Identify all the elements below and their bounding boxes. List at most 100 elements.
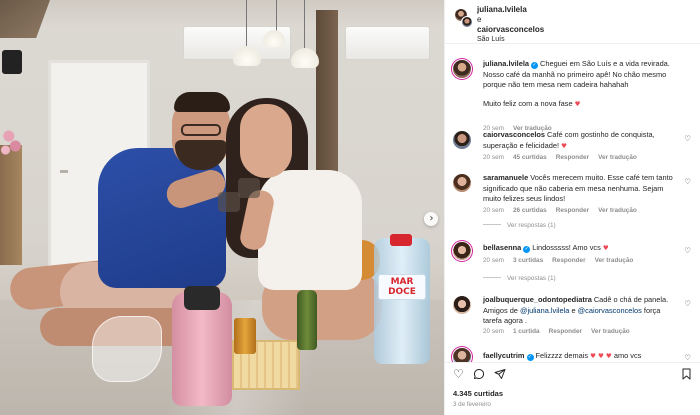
comment-meta: 20 sem 3 curtidas Responder Ver tradução <box>483 257 642 265</box>
photo-door-handle <box>60 170 68 173</box>
caption-avatar[interactable] <box>453 60 471 78</box>
post-date: 3 de fevereiro <box>453 401 491 408</box>
comment-text: faellycutrim ✓ Felizzzz demais ♥ ♥ ♥ amo v… <box>483 351 681 362</box>
paper-plane-icon <box>494 369 506 383</box>
lamp-wire <box>304 0 305 50</box>
lamp-wire <box>276 0 277 32</box>
lamp-wire <box>246 0 247 48</box>
photo-shelf <box>0 145 22 265</box>
heart-outline-icon: ♡ <box>684 134 691 143</box>
coauthor-avatar[interactable] <box>461 16 473 28</box>
translate-link[interactable]: Ver tradução <box>598 207 637 214</box>
reply-button[interactable]: Responder <box>552 257 585 264</box>
post-panel: juliana.lvilela e caiorvasconcelos São L… <box>444 0 700 415</box>
post-actions: ♡ 4.345 curtidas 3 de fevereiro <box>445 362 700 415</box>
comment-text: caiorvasconcelos Café com gostinho de con… <box>483 130 681 151</box>
verified-icon: ✓ <box>523 246 531 253</box>
comment-username[interactable]: joalbuquerque_odontopediatra <box>483 295 592 304</box>
comment-likes[interactable]: 26 curtidas <box>513 207 547 214</box>
heart-outline-icon: ♡ <box>684 353 691 362</box>
translate-link[interactable]: Ver tradução <box>595 257 634 264</box>
mention-link[interactable]: @juliana.lvilela <box>520 306 569 315</box>
comment-body-end: amo vcs <box>613 351 642 360</box>
comment-username[interactable]: faellycutrim <box>483 351 525 360</box>
photo-speaker <box>2 50 22 74</box>
pendant-lamp <box>263 30 285 47</box>
red-heart-emoji: ♥ <box>574 99 581 108</box>
comment-body-joiner: e <box>571 305 576 315</box>
translate-link[interactable]: Ver tradução <box>598 154 637 161</box>
heart-outline-icon: ♡ <box>453 367 464 381</box>
thermos-cap <box>184 286 220 310</box>
photo-air-conditioner-2 <box>345 26 430 60</box>
comment-like-button[interactable]: ♡ <box>684 300 691 308</box>
comment-username[interactable]: bellasenna <box>483 243 521 252</box>
view-replies-label: Ver respostas (1) <box>507 275 556 282</box>
mention-link[interactable]: @caiorvasconcelos <box>578 306 642 315</box>
red-heart-emoji: ♥ <box>602 244 609 252</box>
comment-body: Lindosssss! Amo vcs <box>532 243 601 252</box>
woman-head <box>240 104 292 178</box>
comment-like-button[interactable]: ♡ <box>684 247 691 255</box>
reply-button[interactable]: Responder <box>549 328 582 335</box>
comment-button[interactable] <box>473 368 485 382</box>
reply-button[interactable]: Responder <box>556 207 589 214</box>
comment-time: 20 sem <box>483 154 504 161</box>
post-authors: juliana.lvilela e caiorvasconcelos São L… <box>477 5 544 45</box>
comment-likes[interactable]: 1 curtida <box>513 328 540 335</box>
post-photo[interactable]: MAR DOCE › <box>0 0 444 415</box>
comment-username[interactable]: saramanuele <box>483 173 528 182</box>
pendant-lamp <box>233 46 261 66</box>
comment-avatar[interactable] <box>453 296 471 314</box>
comment-meta: 20 sem 26 curtidas Responder Ver tradução <box>483 207 646 215</box>
comment-avatar[interactable] <box>453 174 471 192</box>
comment-time: 20 sem <box>483 257 504 264</box>
heart-outline-icon: ♡ <box>684 177 691 186</box>
drink-can <box>234 318 256 354</box>
comment-time: 20 sem <box>483 207 504 214</box>
mug <box>218 192 240 212</box>
chevron-right-icon: › <box>429 212 434 224</box>
verified-icon: ✓ <box>526 354 534 361</box>
caption-username[interactable]: juliana.lvilela <box>483 59 529 68</box>
next-photo-button[interactable]: › <box>424 212 438 226</box>
water-bottle-label: MAR DOCE <box>378 274 426 300</box>
coauthor-username[interactable]: caiorvasconcelos <box>477 25 544 35</box>
comment-like-button[interactable]: ♡ <box>684 178 691 186</box>
author-username[interactable]: juliana.lvilela <box>477 5 544 15</box>
comments-list[interactable]: juliana.lvilela ✓ Cheguei em São Luís e a … <box>445 44 700 362</box>
bookmark-icon <box>681 368 692 383</box>
red-heart-emoji: ♥ <box>561 141 567 150</box>
comment-meta: 20 sem 45 curtidas Responder Ver tradução <box>483 154 646 162</box>
comment-avatar[interactable] <box>453 131 471 149</box>
heart-outline-icon: ♡ <box>684 299 691 308</box>
share-button[interactable] <box>494 368 506 382</box>
comment-likes[interactable]: 3 curtidas <box>513 257 543 264</box>
comment-like-button[interactable]: ♡ <box>684 354 691 362</box>
woman-top <box>258 170 362 290</box>
comment-text: bellasenna ✓ Lindosssss! Amo vcs ♥ <box>483 243 681 254</box>
comment-avatar[interactable] <box>453 348 471 362</box>
man-glasses <box>181 124 221 136</box>
author-joiner: e <box>477 15 482 24</box>
comment-likes[interactable]: 45 curtidas <box>513 154 547 161</box>
view-replies-link[interactable]: Ver respostas (1) <box>483 222 556 229</box>
comment-avatar[interactable] <box>453 242 471 260</box>
likes-count[interactable]: 4.345 curtidas <box>453 389 503 398</box>
photo-flowers <box>0 120 22 160</box>
like-button[interactable]: ♡ <box>453 368 464 380</box>
translate-link[interactable]: Ver tradução <box>591 328 630 335</box>
man-hair <box>174 92 230 112</box>
comment-like-button[interactable]: ♡ <box>684 135 691 143</box>
replies-divider <box>483 277 501 278</box>
comment-body: Felizzzz demais <box>535 351 589 360</box>
comment-username[interactable]: caiorvasconcelos <box>483 130 545 139</box>
save-button[interactable] <box>681 368 692 382</box>
replies-divider <box>483 224 501 225</box>
comment-icon <box>473 368 485 383</box>
reply-button[interactable]: Responder <box>556 154 589 161</box>
plastic-bag <box>92 316 162 382</box>
view-replies-label: Ver respostas (1) <box>507 222 556 229</box>
pendant-lamp <box>291 48 319 68</box>
view-replies-link[interactable]: Ver respostas (1) <box>483 275 556 282</box>
